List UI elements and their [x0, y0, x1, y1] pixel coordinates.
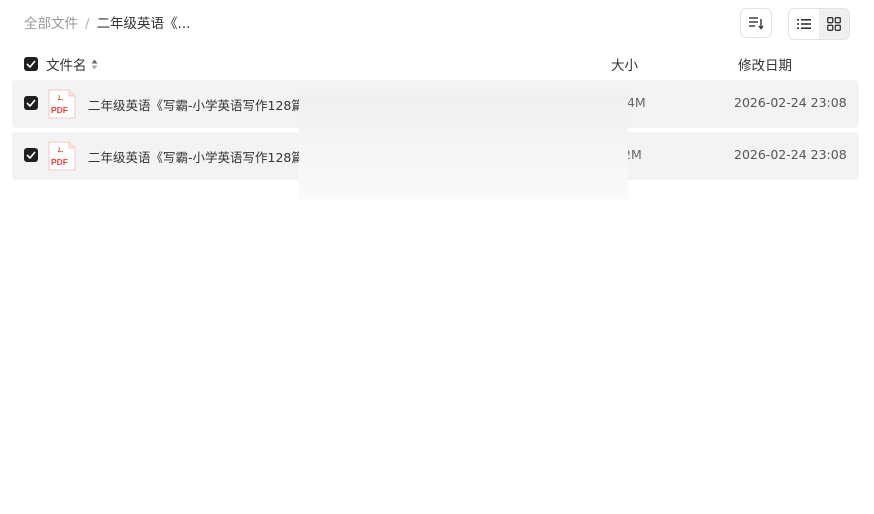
row-checkbox[interactable] — [24, 96, 38, 110]
checkmark-icon — [26, 99, 36, 107]
table-header: 文件名 大小 修改日期 — [0, 52, 874, 76]
pdf-label: PDF — [51, 157, 68, 167]
pdf-file-icon: PDF — [48, 89, 76, 119]
sort-arrows-icon — [91, 59, 97, 69]
pdf-file-icon: PDF — [48, 141, 76, 171]
file-modified-date: 2026-02-24 23:08 — [734, 147, 847, 162]
overlay-panel — [299, 95, 628, 199]
breadcrumb-root-link[interactable]: 全部文件 — [24, 14, 78, 34]
view-toggle — [788, 8, 850, 40]
breadcrumb-current: 二年级英语《... — [96, 16, 191, 32]
select-all-checkbox[interactable] — [24, 57, 38, 71]
list-view-icon — [797, 19, 811, 29]
grid-view-button[interactable] — [819, 9, 849, 39]
file-name[interactable]: 二年级英语《写霸-小学英语写作128篇》 — [88, 95, 316, 114]
file-browser: 全部文件 / 二年级英语《... 文件名 大小 修改日期 PDF 二年级英语《写… — [0, 0, 874, 514]
sort-button[interactable] — [740, 8, 772, 38]
breadcrumb: 全部文件 / 二年级英语《... — [24, 14, 190, 34]
breadcrumb-separator: / — [85, 16, 90, 32]
column-header-date[interactable]: 修改日期 — [738, 54, 792, 74]
checkmark-icon — [26, 60, 36, 68]
row-checkbox[interactable] — [24, 148, 38, 162]
list-view-button[interactable] — [789, 9, 819, 39]
file-modified-date: 2026-02-24 23:08 — [734, 95, 847, 110]
column-header-name[interactable]: 文件名 — [46, 54, 98, 74]
column-header-name-label: 文件名 — [46, 58, 87, 74]
pdf-label: PDF — [51, 105, 68, 115]
sort-icon — [749, 17, 764, 30]
checkmark-icon — [26, 151, 36, 159]
column-header-size[interactable]: 大小 — [611, 54, 638, 74]
grid-view-icon — [827, 17, 841, 31]
file-name[interactable]: 二年级英语《写霸-小学英语写作128篇》 — [88, 147, 316, 166]
